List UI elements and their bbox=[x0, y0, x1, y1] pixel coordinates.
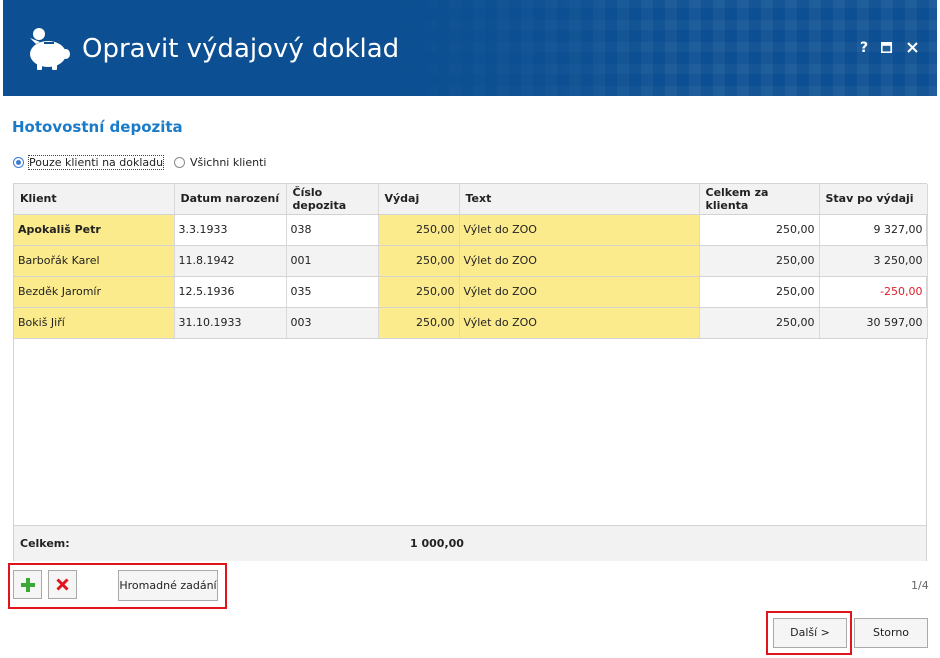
table-row[interactable]: Barbořák Karel 11.8.1942 001 250,00 Výle… bbox=[14, 245, 928, 277]
column-header-text[interactable]: Text bbox=[459, 184, 700, 215]
footer-total: 1 000,00 bbox=[410, 537, 464, 550]
column-header-klient[interactable]: Klient bbox=[14, 184, 175, 215]
cell-celkem: 250,00 bbox=[699, 307, 820, 339]
deposits-grid: Klient Datum narození Číslo depozita Výd… bbox=[13, 183, 928, 561]
cell-celkem: 250,00 bbox=[699, 276, 820, 308]
cell-datum: 11.8.1942 bbox=[174, 245, 287, 277]
table-row[interactable]: Bokiš Jiří 31.10.1933 003 250,00 Výlet d… bbox=[14, 307, 928, 339]
cell-klient[interactable]: Barbořák Karel bbox=[14, 245, 175, 277]
add-button[interactable] bbox=[13, 570, 42, 599]
cell-klient[interactable]: Bezděk Jaromír bbox=[14, 276, 175, 308]
x-icon bbox=[56, 578, 69, 591]
column-header-vydaj[interactable]: Výdaj bbox=[378, 184, 460, 215]
cell-stav: 30 597,00 bbox=[819, 307, 928, 339]
cell-text[interactable]: Výlet do ZOO bbox=[459, 307, 700, 339]
close-icon bbox=[906, 42, 918, 53]
cell-stav: 9 327,00 bbox=[819, 214, 928, 246]
table-row[interactable]: Bezděk Jaromír 12.5.1936 035 250,00 Výle… bbox=[14, 276, 928, 308]
table-row[interactable]: Apokališ Petr 3.3.1933 038 250,00 Výlet … bbox=[14, 214, 928, 246]
radio-only-clients[interactable]: Pouze klienti na dokladu bbox=[13, 155, 165, 170]
footer-label: Celkem: bbox=[20, 537, 70, 550]
cell-text[interactable]: Výlet do ZOO bbox=[459, 214, 700, 246]
cell-datum: 31.10.1933 bbox=[174, 307, 287, 339]
cell-vydaj[interactable]: 250,00 bbox=[378, 245, 460, 277]
radio-all-clients-label: Všichni klienti bbox=[190, 156, 267, 169]
plus-icon bbox=[20, 578, 35, 592]
table-header-row: Klient Datum narození Číslo depozita Výd… bbox=[14, 184, 928, 215]
section-title: Hotovostní depozita bbox=[12, 118, 183, 136]
cell-cislo: 035 bbox=[286, 276, 379, 308]
cell-vydaj[interactable]: 250,00 bbox=[378, 214, 460, 246]
cell-datum: 3.3.1933 bbox=[174, 214, 287, 246]
grid-footer: Celkem: 1 000,00 bbox=[14, 525, 926, 561]
cell-cislo: 038 bbox=[286, 214, 379, 246]
close-button[interactable] bbox=[903, 38, 921, 58]
cell-stav: 3 250,00 bbox=[819, 245, 928, 277]
radio-only-clients-label: Pouze klienti na dokladu bbox=[27, 155, 165, 170]
column-header-celkem[interactable]: Celkem za klienta bbox=[699, 184, 820, 215]
cancel-button[interactable]: Storno bbox=[854, 618, 928, 648]
deposits-table: Klient Datum narození Číslo depozita Výd… bbox=[14, 184, 928, 339]
page-indicator: 1/4 bbox=[911, 579, 929, 592]
bulk-entry-button[interactable]: Hromadné zadání bbox=[118, 570, 218, 601]
maximize-button[interactable] bbox=[877, 38, 895, 58]
column-header-datum[interactable]: Datum narození bbox=[174, 184, 287, 215]
cell-stav: -250,00 bbox=[819, 276, 928, 308]
window-header: Opravit výdajový doklad ? bbox=[3, 0, 937, 96]
header-pattern bbox=[377, 0, 937, 96]
column-header-stav[interactable]: Stav po výdaji bbox=[819, 184, 928, 215]
cell-vydaj[interactable]: 250,00 bbox=[378, 276, 460, 308]
cell-datum: 12.5.1936 bbox=[174, 276, 287, 308]
cell-cislo: 001 bbox=[286, 245, 379, 277]
cell-celkem: 250,00 bbox=[699, 214, 820, 246]
cell-klient[interactable]: Apokališ Petr bbox=[14, 214, 175, 246]
maximize-icon bbox=[880, 42, 892, 53]
next-button[interactable]: Další > bbox=[773, 618, 847, 648]
cell-text[interactable]: Výlet do ZOO bbox=[459, 245, 700, 277]
piggy-bank-icon bbox=[30, 28, 70, 70]
help-button[interactable]: ? bbox=[855, 38, 873, 58]
cell-vydaj[interactable]: 250,00 bbox=[378, 307, 460, 339]
radio-selected-indicator bbox=[13, 157, 24, 168]
window-title: Opravit výdajový doklad bbox=[82, 34, 400, 64]
radio-all-clients[interactable]: Všichni klienti bbox=[174, 156, 266, 169]
cell-text[interactable]: Výlet do ZOO bbox=[459, 276, 700, 308]
cell-klient[interactable]: Bokiš Jiří bbox=[14, 307, 175, 339]
column-header-cislo[interactable]: Číslo depozita bbox=[286, 184, 379, 215]
radio-unselected-indicator bbox=[174, 157, 185, 168]
delete-button[interactable] bbox=[48, 570, 77, 599]
cell-cislo: 003 bbox=[286, 307, 379, 339]
cell-celkem: 250,00 bbox=[699, 245, 820, 277]
